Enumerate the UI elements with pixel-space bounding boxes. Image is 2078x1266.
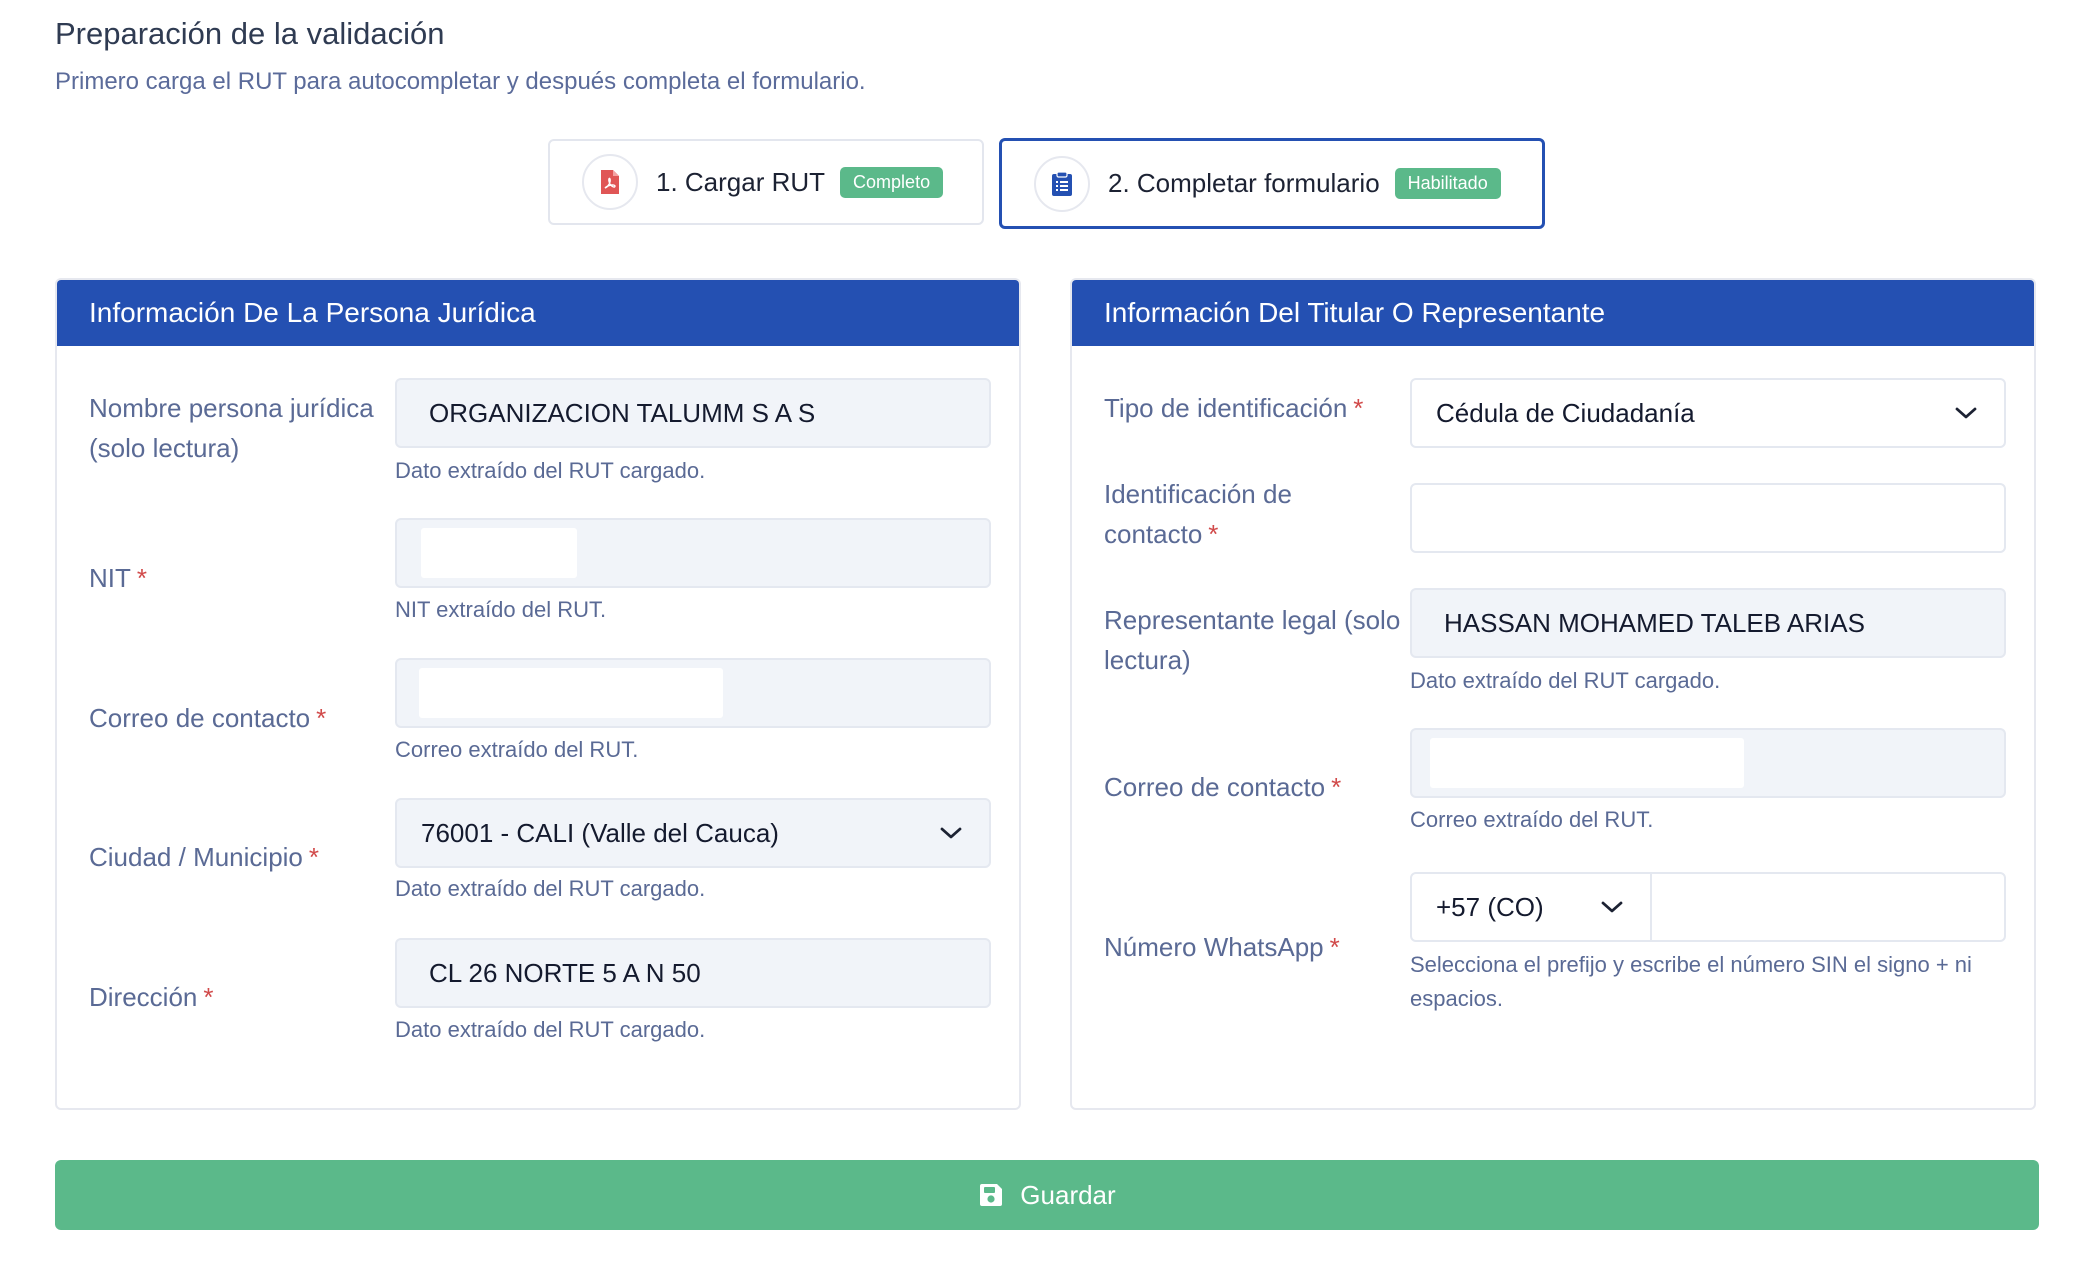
nit-help: NIT extraído del RUT. — [395, 597, 607, 622]
direccion-help: Dato extraído del RUT cargado. — [395, 1017, 706, 1042]
representante-legal-field[interactable]: HASSAN MOHAMED TALEB ARIAS — [1410, 588, 2006, 658]
whatsapp-label: Número WhatsApp * — [1104, 932, 1340, 962]
direccion-value: CL 26 NORTE 5 A N 50 — [429, 957, 701, 988]
floppy-disk-icon — [980, 1184, 1003, 1206]
step-label: 2. Completar formulario — [1108, 168, 1380, 198]
titular-representante-card: Información Del Titular O Representante … — [1070, 278, 2036, 1110]
correo-label: Correo de contacto * — [89, 703, 327, 733]
identificacion-contacto-input[interactable] — [1410, 483, 2006, 553]
clipboard-list-icon — [1034, 155, 1090, 212]
status-badge: Completo — [840, 166, 944, 198]
correo-help: Correo extraído del RUT. — [395, 737, 639, 762]
card-header: Información De La Persona Jurídica — [57, 280, 1019, 346]
nombre-persona-juridica-field[interactable]: ORGANIZACION TALUMM S A S — [395, 378, 991, 448]
step-cargar-rut[interactable]: 1. Cargar RUT Completo — [548, 139, 984, 225]
whatsapp-prefix-select[interactable]: +57 (CO) — [1410, 872, 1652, 942]
step-label: 1. Cargar RUT — [656, 166, 826, 197]
page-subtitle: Primero carga el RUT para autocompletar … — [55, 68, 866, 95]
representante-help: Dato extraído del RUT cargado. — [1410, 668, 1721, 693]
save-label: Guardar — [1020, 1179, 1116, 1210]
persona-juridica-card: Información De La Persona Jurídica Nombr… — [55, 278, 1021, 1110]
ciudad-select[interactable]: 76001 - CALI (Valle del Cauca) — [395, 798, 991, 868]
tipo-identificacion-select[interactable]: Cédula de Ciudadanía — [1410, 378, 2006, 448]
identificacion-label: Identificación de contacto * — [1104, 479, 1292, 549]
chevron-down-icon — [1955, 407, 1977, 419]
redacted-value — [1430, 738, 1744, 788]
correo-contacto-field[interactable] — [395, 658, 991, 728]
nombre-label: Nombre persona jurídica (solo lectura) — [89, 393, 374, 463]
correo-contacto-field[interactable] — [1410, 728, 2006, 798]
whatsapp-number-input[interactable] — [1650, 872, 2006, 942]
step-completar-formulario[interactable]: 2. Completar formulario Habilitado — [999, 138, 1545, 229]
representante-label: Representante legal (solo lectura) — [1104, 605, 1401, 675]
chevron-down-icon — [940, 827, 962, 839]
page-title: Preparación de la validación — [55, 16, 445, 51]
representante-value: HASSAN MOHAMED TALEB ARIAS — [1444, 607, 1865, 638]
save-button[interactable]: Guardar — [55, 1160, 2039, 1230]
prefix-value: +57 (CO) — [1436, 891, 1544, 922]
correo-label: Correo de contacto * — [1104, 772, 1342, 802]
whatsapp-help: Selecciona el prefijo y escribe el númer… — [1410, 952, 1972, 1011]
nit-field[interactable] — [395, 518, 991, 588]
nombre-help: Dato extraído del RUT cargado. — [395, 458, 706, 483]
card-header: Información Del Titular O Representante — [1072, 280, 2034, 346]
status-badge: Habilitado — [1394, 168, 1501, 199]
tipo-id-value: Cédula de Ciudadanía — [1436, 397, 1695, 428]
redacted-value — [419, 668, 723, 718]
correo-help: Correo extraído del RUT. — [1410, 807, 1654, 832]
direccion-label: Dirección * — [89, 982, 214, 1012]
pdf-file-icon — [582, 154, 638, 210]
ciudad-label: Ciudad / Municipio * — [89, 842, 320, 872]
ciudad-value: 76001 - CALI (Valle del Cauca) — [421, 817, 779, 848]
redacted-value — [421, 528, 577, 578]
nombre-value: ORGANIZACION TALUMM S A S — [429, 397, 816, 428]
nit-label: NIT * — [89, 563, 148, 593]
tipo-id-label: Tipo de identificación * — [1104, 393, 1364, 423]
ciudad-help: Dato extraído del RUT cargado. — [395, 876, 706, 901]
direccion-field[interactable]: CL 26 NORTE 5 A N 50 — [395, 938, 991, 1008]
chevron-down-icon — [1601, 901, 1623, 913]
